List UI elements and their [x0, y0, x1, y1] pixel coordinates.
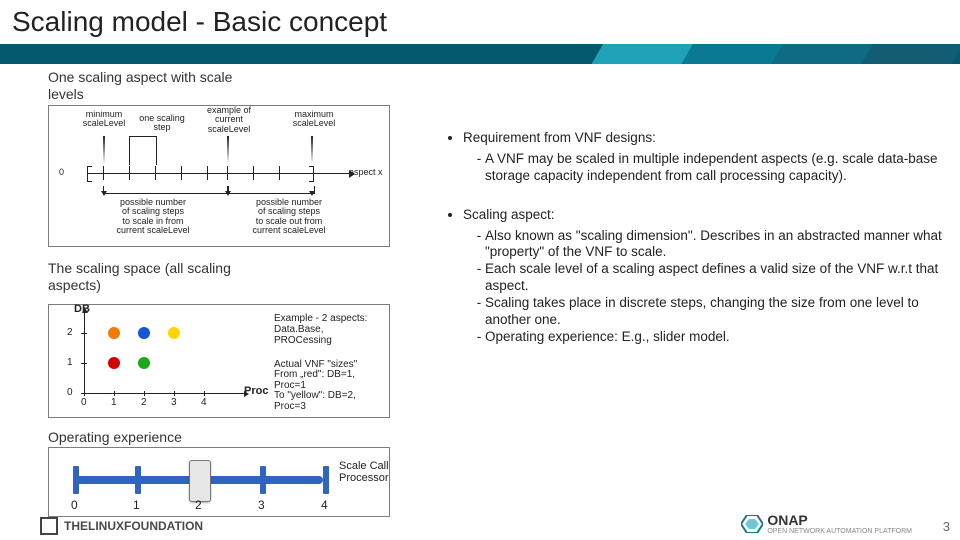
slider-tick-2: 2 [195, 498, 202, 512]
right-column: Requirement from VNF designs: A VNF may … [445, 130, 946, 368]
fig1-axis-label: aspect x [349, 168, 383, 177]
caption-fig1-b: levels [48, 87, 438, 102]
slider-tick-0: 0 [71, 498, 78, 512]
fig1-zero: 0 [59, 168, 64, 177]
fig1-min-label: minimumscaleLevel [79, 110, 129, 129]
slider-stop [323, 466, 329, 494]
figure-scaling-space: DB Proc 0 1 2 0 1 2 3 4 [48, 304, 390, 418]
left-column: One scaling aspect with scale levels min… [48, 70, 438, 517]
bullet-req-text: Requirement from VNF designs: [463, 130, 656, 145]
caption-fig2-b: aspects) [48, 278, 438, 293]
slider-label: Scale CallProcessor [339, 460, 389, 484]
fig2-x4: 4 [201, 397, 207, 408]
slider-stop [73, 466, 79, 494]
bullet-aspect-sub1: Also known as "scaling dimension". Descr… [485, 228, 946, 262]
fig2-y2: 2 [67, 327, 73, 338]
fig2-x1: 1 [111, 397, 117, 408]
content-area: One scaling aspect with scale levels min… [0, 70, 960, 510]
slider-tick-1: 1 [133, 498, 140, 512]
bullet-req: Requirement from VNF designs: A VNF may … [463, 130, 946, 185]
footer: THELINUXFOUNDATION ONAP OPEN NETWORK AUT… [0, 513, 960, 537]
slider-handle[interactable] [189, 460, 211, 502]
title-band: Scaling model - Basic concept [0, 0, 960, 64]
linux-foundation-text: THELINUXFOUNDATION [64, 519, 203, 533]
slider-stop [135, 466, 141, 494]
fig2-sizes-text: Actual VNF "sizes"From „red": DB=1,Proc=… [274, 360, 386, 413]
caption-fig2-a: The scaling space (all scaling [48, 261, 438, 276]
fig1-step-label: one scalingstep [137, 114, 187, 133]
onap-logo: ONAP OPEN NETWORK AUTOMATION PLATFORM [741, 512, 912, 535]
dot-green [138, 357, 150, 369]
fig1-right-range: possible numberof scaling stepsto scale … [229, 198, 349, 236]
fig2-x2: 2 [141, 397, 147, 408]
caption-fig1-a: One scaling aspect with scale [48, 70, 438, 85]
fig2-example-text: Example - 2 aspects:Data.Base,PROCessing [274, 313, 386, 346]
dot-yellow [168, 327, 180, 339]
onap-text: ONAP [767, 512, 807, 528]
page-number: 3 [943, 519, 950, 534]
dot-blue [138, 327, 150, 339]
onap-subtext: OPEN NETWORK AUTOMATION PLATFORM [767, 528, 912, 535]
bullet-aspect-sub4: Operating experience: E.g., slider model… [485, 329, 946, 346]
caption-fig3: Operating experience [48, 430, 438, 445]
fig1-current-label: example ofcurrentscaleLevel [199, 106, 259, 134]
accent-bar [0, 44, 960, 64]
figure-slider: 0 1 2 3 4 Scale CallProcessor [48, 447, 390, 517]
onap-icon [741, 515, 763, 533]
linux-logo-icon [40, 517, 58, 535]
slider-tick-3: 3 [258, 498, 265, 512]
fig2-y0: 0 [67, 387, 73, 398]
page-title: Scaling model - Basic concept [12, 6, 387, 38]
fig2-y1: 1 [67, 357, 73, 368]
bullet-aspect-sub2: Each scale level of a scaling aspect def… [485, 261, 946, 295]
dot-red [108, 357, 120, 369]
fig1-max-label: maximumscaleLevel [287, 110, 341, 129]
bullet-aspect-text: Scaling aspect: [463, 207, 555, 222]
dot-orange [108, 327, 120, 339]
fig2-x0: 0 [81, 397, 87, 408]
figure-one-aspect: minimumscaleLevel one scalingstep exampl… [48, 105, 390, 247]
fig2-x3: 3 [171, 397, 177, 408]
bullet-aspect-sub3: Scaling takes place in discrete steps, c… [485, 295, 946, 329]
linux-foundation-logo: THELINUXFOUNDATION [40, 517, 203, 535]
fig1-left-range: possible numberof scaling stepsto scale … [93, 198, 213, 236]
bullet-aspect: Scaling aspect: Also known as "scaling d… [463, 207, 946, 346]
slider-tick-4: 4 [321, 498, 328, 512]
slider-stop [260, 466, 266, 494]
bullet-req-sub1: A VNF may be scaled in multiple independ… [485, 151, 946, 185]
